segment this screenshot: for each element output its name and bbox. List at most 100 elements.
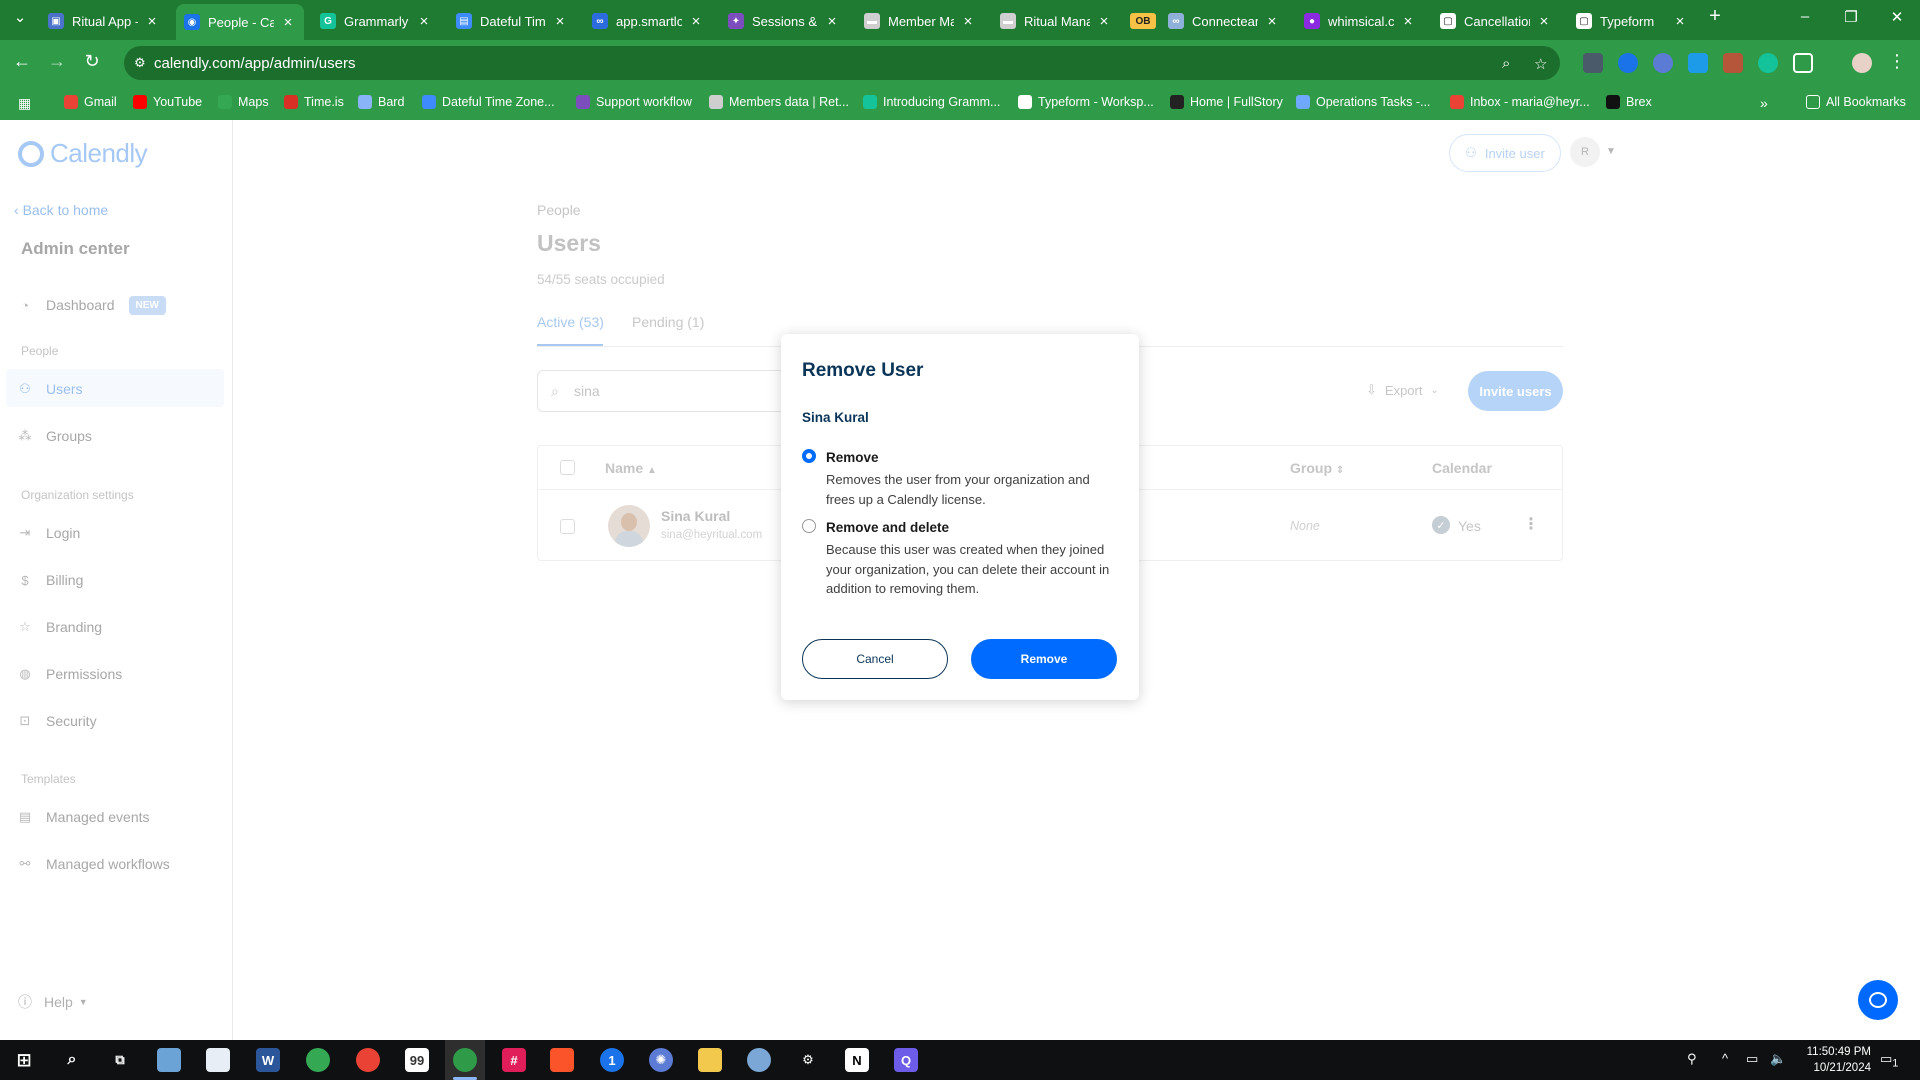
bookmark-item[interactable]: Introducing Gramm... (863, 95, 1000, 109)
bookmark-item[interactable]: Maps (218, 95, 269, 109)
tab-active[interactable]: Active (53) (537, 314, 604, 330)
browser-tab[interactable]: ▬ Ritual Mana × (992, 6, 1120, 36)
bookmark-item[interactable]: Support workflow (576, 95, 692, 109)
all-bookmarks[interactable]: All Bookmarks (1806, 95, 1906, 109)
brave-icon[interactable] (550, 1048, 574, 1072)
extension-icon[interactable] (1688, 53, 1708, 73)
invite-user-button[interactable]: ⚇ Invite user (1449, 134, 1561, 172)
select-all-checkbox[interactable] (560, 460, 575, 475)
extensions-puzzle-icon[interactable] (1793, 53, 1813, 73)
tab-close-icon[interactable]: × (280, 14, 296, 31)
bookmark-item[interactable]: Home | FullStory (1170, 95, 1283, 109)
sidebar-item-login[interactable]: ⇥ Login (18, 522, 81, 544)
apps-grid-icon[interactable]: ▦ (18, 95, 31, 112)
browser-tab[interactable]: ▤ Dateful Tim × (448, 6, 576, 36)
windows-start-icon[interactable]: ⊞ (12, 1048, 36, 1072)
tab-pending[interactable]: Pending (1) (632, 314, 704, 330)
browser-tab[interactable]: ▬ Member Ma × (856, 6, 984, 36)
file-explorer-icon[interactable] (698, 1048, 722, 1072)
bookmark-item[interactable]: Dateful Time Zone... (422, 95, 555, 109)
network-icon[interactable]: ▭ (1746, 1051, 1758, 1067)
notion-icon[interactable]: N (845, 1048, 869, 1072)
bookmark-item[interactable]: Bard (358, 95, 404, 109)
sidebar-item-branding[interactable]: ☆ Branding (18, 616, 102, 638)
notepad-icon[interactable] (157, 1048, 181, 1072)
sidebar-item-dashboard[interactable]: ◔ Dashboard NEW (18, 294, 166, 316)
tab-close-icon[interactable]: × (144, 13, 160, 30)
app-icon[interactable]: ✺ (649, 1048, 673, 1072)
profile-avatar[interactable] (1852, 53, 1872, 73)
show-hidden-icons[interactable]: ^ (1722, 1051, 1728, 1066)
tab-close-icon[interactable]: × (1264, 13, 1280, 30)
remove-radio[interactable] (802, 449, 816, 463)
export-button[interactable]: ⇩ Export ⌄ (1366, 382, 1439, 398)
bookmark-item[interactable]: Members data | Ret... (709, 95, 849, 109)
bookmark-item[interactable]: Typeform - Worksp... (1018, 95, 1154, 109)
bookmark-item[interactable]: Inbox - maria@heyr... (1450, 95, 1590, 109)
search-icon[interactable]: ⌕ (60, 1048, 84, 1072)
forward-icon[interactable]: → (45, 51, 69, 72)
row-checkbox[interactable] (560, 519, 575, 534)
browser-tab[interactable]: G Grammarly × (312, 6, 440, 36)
breadcrumb[interactable]: People (537, 202, 581, 218)
address-bar[interactable]: ⚙ calendly.com/app/admin/users ⌕ ☆ (124, 46, 1560, 80)
reload-icon[interactable]: ↻ (80, 51, 104, 72)
tray-app-icon[interactable]: ⚲ (1687, 1051, 1697, 1067)
help-menu[interactable]: ⓘ Help ▼ (18, 992, 88, 1012)
tab-close-icon[interactable]: × (1536, 13, 1552, 30)
word-icon[interactable]: W (256, 1048, 280, 1072)
sidebar-item-permissions[interactable]: ◍ Permissions (18, 663, 122, 685)
minimize-icon[interactable]: – (1790, 8, 1820, 25)
browser-menu-icon[interactable]: ⋮ (1885, 51, 1909, 72)
task-view-icon[interactable]: ⧉ (108, 1048, 132, 1072)
site-info-icon[interactable]: ⚙ (134, 55, 150, 71)
app-icon[interactable] (747, 1048, 771, 1072)
zoom-icon[interactable]: ⌕ (1502, 55, 1510, 72)
back-icon[interactable]: ← (10, 51, 34, 72)
sidebar-item-managed-workflows[interactable]: ⚯ Managed workflows (18, 853, 170, 875)
new-tab-icon[interactable]: + (1700, 5, 1730, 28)
sidebar-item-managed-events[interactable]: ▤ Managed events (18, 806, 150, 828)
back-to-home-link[interactable]: ‹ Back to home (14, 202, 108, 218)
calendly-extension-icon[interactable] (1618, 53, 1638, 73)
grammarly-extension-icon[interactable] (1758, 53, 1778, 73)
more-bookmarks-icon[interactable]: » (1760, 95, 1768, 111)
remove-button[interactable]: Remove (971, 639, 1117, 679)
bookmark-item[interactable]: Operations Tasks -... (1296, 95, 1430, 109)
browser-tab[interactable]: ▢ Typeform × (1568, 6, 1696, 36)
restore-icon[interactable]: ❐ (1836, 8, 1866, 26)
steam-icon[interactable]: ⚙ (796, 1048, 820, 1072)
browser-tab[interactable]: ● whimsical.co × (1296, 6, 1424, 36)
calendly-logo[interactable]: Calendly (18, 138, 148, 169)
chrome-icon[interactable] (306, 1048, 330, 1072)
browser-tab[interactable]: ✦ Sessions & R × (720, 6, 848, 36)
browser-tab[interactable]: ◉ People - Cal × (176, 4, 304, 40)
browser-tab[interactable]: ∞ Connecteam × (1160, 6, 1288, 36)
tab-close-icon[interactable]: × (416, 13, 432, 30)
invite-users-button[interactable]: Invite users (1468, 371, 1563, 411)
tab-close-icon[interactable]: × (1096, 13, 1112, 30)
system-clock[interactable]: 11:50:49 PM 10/21/2024 (1799, 1044, 1871, 1076)
row-more-options-icon[interactable]: ⋮ (1523, 514, 1539, 534)
sidebar-item-users[interactable]: ⚇ Users (18, 378, 82, 400)
browser-tab[interactable]: ▢ Cancellation × (1432, 6, 1560, 36)
extension-icon[interactable] (1653, 53, 1673, 73)
bookmark-item[interactable]: YouTube (133, 95, 202, 109)
cancel-button[interactable]: Cancel (802, 639, 948, 679)
chrome-profile-icon[interactable] (356, 1048, 380, 1072)
1password-icon[interactable]: 1 (600, 1048, 624, 1072)
account-caret-icon[interactable]: ▼ (1606, 146, 1616, 157)
teams-icon[interactable]: 99 (405, 1048, 429, 1072)
chrome-active-icon[interactable] (453, 1048, 477, 1072)
tab-close-icon[interactable]: × (552, 13, 568, 30)
tab-search-icon[interactable]: ⌄ (5, 8, 35, 26)
tab-close-icon[interactable]: × (688, 13, 704, 30)
sidebar-item-groups[interactable]: ⁂ Groups (18, 425, 92, 447)
volume-icon[interactable]: 🔈 (1770, 1051, 1786, 1067)
chat-support-button[interactable] (1858, 980, 1898, 1020)
bookmark-item[interactable]: Brex (1606, 95, 1652, 109)
close-window-icon[interactable]: ✕ (1882, 8, 1912, 26)
notifications-icon[interactable]: ▭1 (1880, 1051, 1898, 1070)
tab-close-icon[interactable]: × (1672, 13, 1688, 30)
slack-icon[interactable]: # (502, 1048, 526, 1072)
